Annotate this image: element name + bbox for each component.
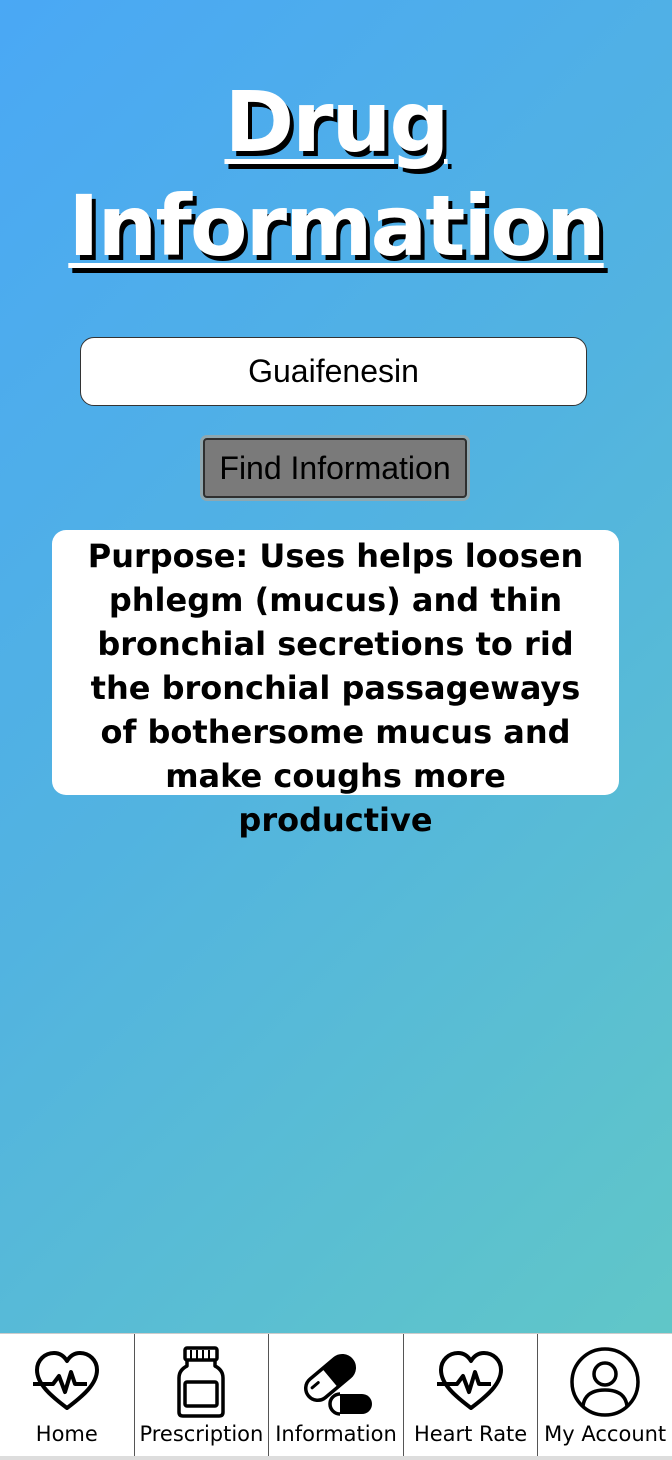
- bottom-divider: [0, 1456, 672, 1460]
- drug-search-input[interactable]: [80, 337, 587, 406]
- nav-item-my-account[interactable]: My Account: [538, 1334, 672, 1460]
- nav-label-information: Information: [275, 1422, 397, 1446]
- nav-label-prescription: Prescription: [139, 1422, 264, 1446]
- drug-result-card: Purpose: Uses helps loosen phlegm (mucus…: [52, 530, 619, 839]
- nav-label-home: Home: [35, 1422, 98, 1446]
- nav-label-my-account: My Account: [544, 1422, 667, 1446]
- find-information-label: Find Information: [219, 449, 451, 486]
- nav-item-information[interactable]: Information: [269, 1334, 404, 1460]
- pill-bottle-icon: [177, 1346, 226, 1418]
- page-title: Drug Information: [0, 70, 672, 278]
- heartbeat-icon: [32, 1351, 99, 1410]
- nav-item-home[interactable]: Home: [0, 1334, 135, 1460]
- drug-purpose-text: Purpose: Uses helps loosen phlegm (mucus…: [87, 537, 584, 839]
- nav-item-prescription[interactable]: Prescription: [135, 1334, 270, 1460]
- nav-item-heart-rate[interactable]: Heart Rate: [404, 1334, 539, 1460]
- user-icon: [570, 1347, 640, 1417]
- find-information-button[interactable]: Find Information: [203, 438, 467, 498]
- bottom-nav: Home Prescription Information Heart Rate…: [0, 1333, 672, 1460]
- page-title-line2: Information: [68, 177, 605, 275]
- page-title-line1: Drug: [224, 73, 449, 171]
- capsule-icon: [303, 1353, 372, 1416]
- heartbeat-icon: [436, 1351, 503, 1410]
- nav-label-heart-rate: Heart Rate: [413, 1422, 528, 1446]
